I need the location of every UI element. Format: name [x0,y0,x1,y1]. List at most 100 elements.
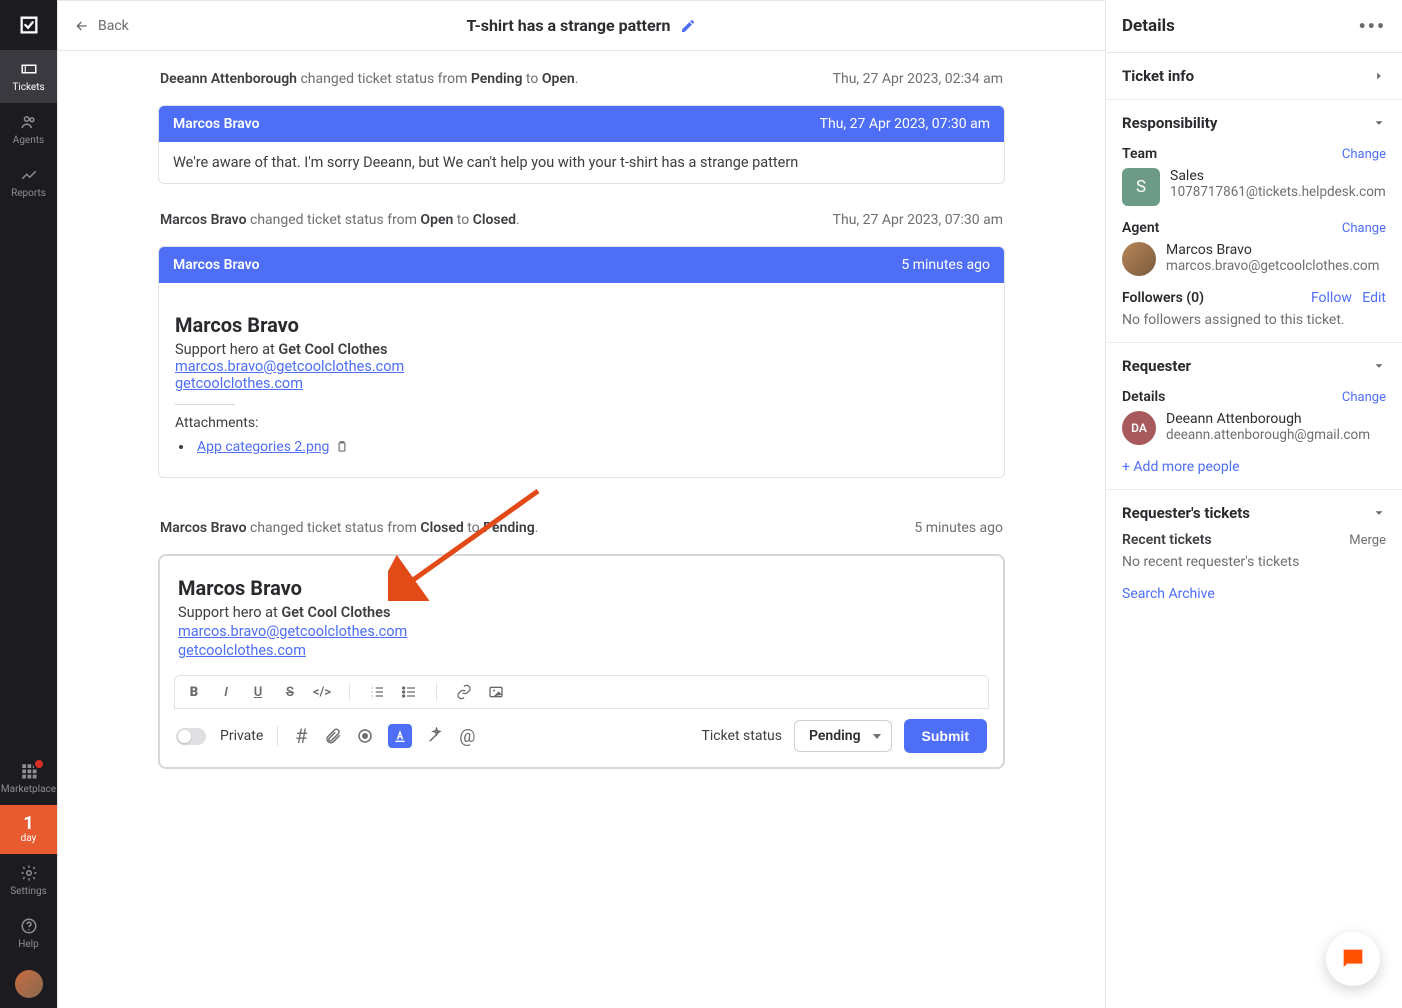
signature-role: Support hero at Get Cool Clothes [175,341,988,358]
change-requester-link[interactable]: Change [1342,390,1386,405]
record-button[interactable] [356,727,374,745]
attachment-button[interactable] [324,727,342,745]
user-avatar[interactable] [15,970,43,998]
link-button[interactable] [455,683,473,701]
magic-button[interactable] [426,727,444,745]
more-icon[interactable]: ••• [1358,14,1386,38]
sidebar-item-marketplace[interactable]: Marketplace [0,752,57,805]
signature-site-link[interactable]: getcoolclothes.com [178,642,306,659]
sidebar-item-label: Agents [13,135,44,146]
code-button[interactable]: </> [313,683,331,701]
signature-name: Marcos Bravo [175,313,988,337]
message-author: Marcos Bravo [173,257,260,273]
bold-button[interactable]: B [185,683,203,701]
mention-button[interactable]: @ [458,727,476,745]
section-title: Requester's tickets [1122,504,1250,522]
merge-link[interactable]: Merge [1349,533,1386,548]
search-archive-link[interactable]: Search Archive [1122,586,1215,602]
unordered-list-button[interactable] [400,683,418,701]
no-recent-text: No recent requester's tickets [1122,554,1386,570]
ticket-info-section[interactable]: Ticket info [1106,53,1402,100]
section-title: Ticket info [1122,67,1194,85]
main-area: Back T-shirt has a strange pattern Deean… [57,0,1105,1008]
details-header: Details ••• [1106,0,1402,53]
hash-button[interactable]: # [292,727,310,745]
details-panel: Details ••• Ticket info Responsibility T… [1105,0,1402,1008]
arrow-left-icon [74,18,90,34]
message-time: Thu, 27 Apr 2023, 07:30 am [820,116,990,132]
text-toolbar: B I U S </> [174,675,989,709]
font-color-button[interactable] [388,724,412,748]
reports-icon [20,166,38,184]
event-row: Deeann Attenborough changed ticket statu… [158,71,1005,87]
chevron-down-icon [1372,116,1386,130]
conversation-area: Deeann Attenborough changed ticket statu… [58,51,1105,1008]
event-time: Thu, 27 Apr 2023, 07:30 am [833,212,1003,228]
attachments-label: Attachments: [175,415,988,431]
compose-box[interactable]: Marcos Bravo Support hero at Get Cool Cl… [158,554,1005,769]
sidebar-item-label: Settings [10,886,47,897]
app-logo[interactable] [0,0,57,50]
team-name: Sales [1170,168,1386,184]
submit-button[interactable]: Submit [904,719,987,753]
sidebar-item-reports[interactable]: Reports [0,156,57,209]
sidebar-item-tickets[interactable]: Tickets [0,50,57,103]
chevron-down-icon [1372,359,1386,373]
agent-email: marcos.bravo@getcoolclothes.com [1166,258,1379,274]
signature-site-link[interactable]: getcoolclothes.com [175,375,303,392]
private-toggle[interactable] [176,728,206,745]
agent-label: Agent [1122,220,1159,236]
section-toggle[interactable]: Requester [1122,357,1386,375]
event-time: Thu, 27 Apr 2023, 02:34 am [833,71,1003,87]
message-card: Marcos Bravo Thu, 27 Apr 2023, 07:30 am … [158,105,1005,184]
signature-email-link[interactable]: marcos.bravo@getcoolclothes.com [175,358,404,375]
copy-icon[interactable] [335,440,349,454]
signature-name: Marcos Bravo [178,576,985,600]
status-select[interactable]: Pending [794,720,892,752]
section-toggle[interactable]: Responsibility [1122,114,1386,132]
trial-label: day [21,833,37,844]
chevron-down-icon [1372,506,1386,520]
underline-button[interactable]: U [249,683,267,701]
follow-link[interactable]: Follow [1311,290,1352,306]
sidebar-item-settings[interactable]: Settings [0,854,57,907]
event-from: Pending [471,71,523,87]
ticket-status-label: Ticket status [702,728,782,744]
sidebar-item-label: Marketplace [1,784,56,795]
sidebar-item-trial[interactable]: 1 day [0,805,57,854]
team-label: Team [1122,146,1157,162]
italic-button[interactable]: I [217,683,235,701]
help-icon [20,917,38,935]
message-body: We're aware of that. I'm sorry Deeann, b… [159,142,1004,183]
sidebar-item-help[interactable]: Help [0,907,57,960]
edit-icon[interactable] [680,18,696,34]
sidebar-item-label: Tickets [12,82,44,93]
edit-followers-link[interactable]: Edit [1362,290,1386,306]
topbar: Back T-shirt has a strange pattern [58,1,1105,51]
message-header: Marcos Bravo Thu, 27 Apr 2023, 07:30 am [159,106,1004,142]
sidebar-item-agents[interactable]: Agents [0,103,57,156]
event-row: Marcos Bravo changed ticket status from … [158,520,1005,536]
attachment-link[interactable]: App categories 2.png [197,439,329,455]
add-people-link[interactable]: + Add more people [1122,459,1240,475]
ordered-list-button[interactable] [368,683,386,701]
back-button[interactable]: Back [74,18,129,34]
requester-details-label: Details [1122,389,1165,405]
gear-icon [20,864,38,882]
message-time: 5 minutes ago [901,257,990,273]
change-agent-link[interactable]: Change [1342,221,1386,236]
requester-section: Requester Details Change DA Deeann Atten… [1106,343,1402,490]
notification-badge [33,758,45,770]
requester-avatar: DA [1122,411,1156,445]
signature-email-link[interactable]: marcos.bravo@getcoolclothes.com [178,623,407,640]
change-team-link[interactable]: Change [1342,147,1386,162]
compose-editor[interactable]: Marcos Bravo Support hero at Get Cool Cl… [174,570,989,665]
message-author: Marcos Bravo [173,116,260,132]
event-actor: Marcos Bravo [160,212,247,228]
chat-fab[interactable] [1326,932,1380,986]
image-button[interactable] [487,683,505,701]
strike-button[interactable]: S [281,683,299,701]
team-avatar: S [1122,168,1160,206]
section-toggle[interactable]: Requester's tickets [1122,504,1386,522]
chevron-right-icon [1372,69,1386,83]
